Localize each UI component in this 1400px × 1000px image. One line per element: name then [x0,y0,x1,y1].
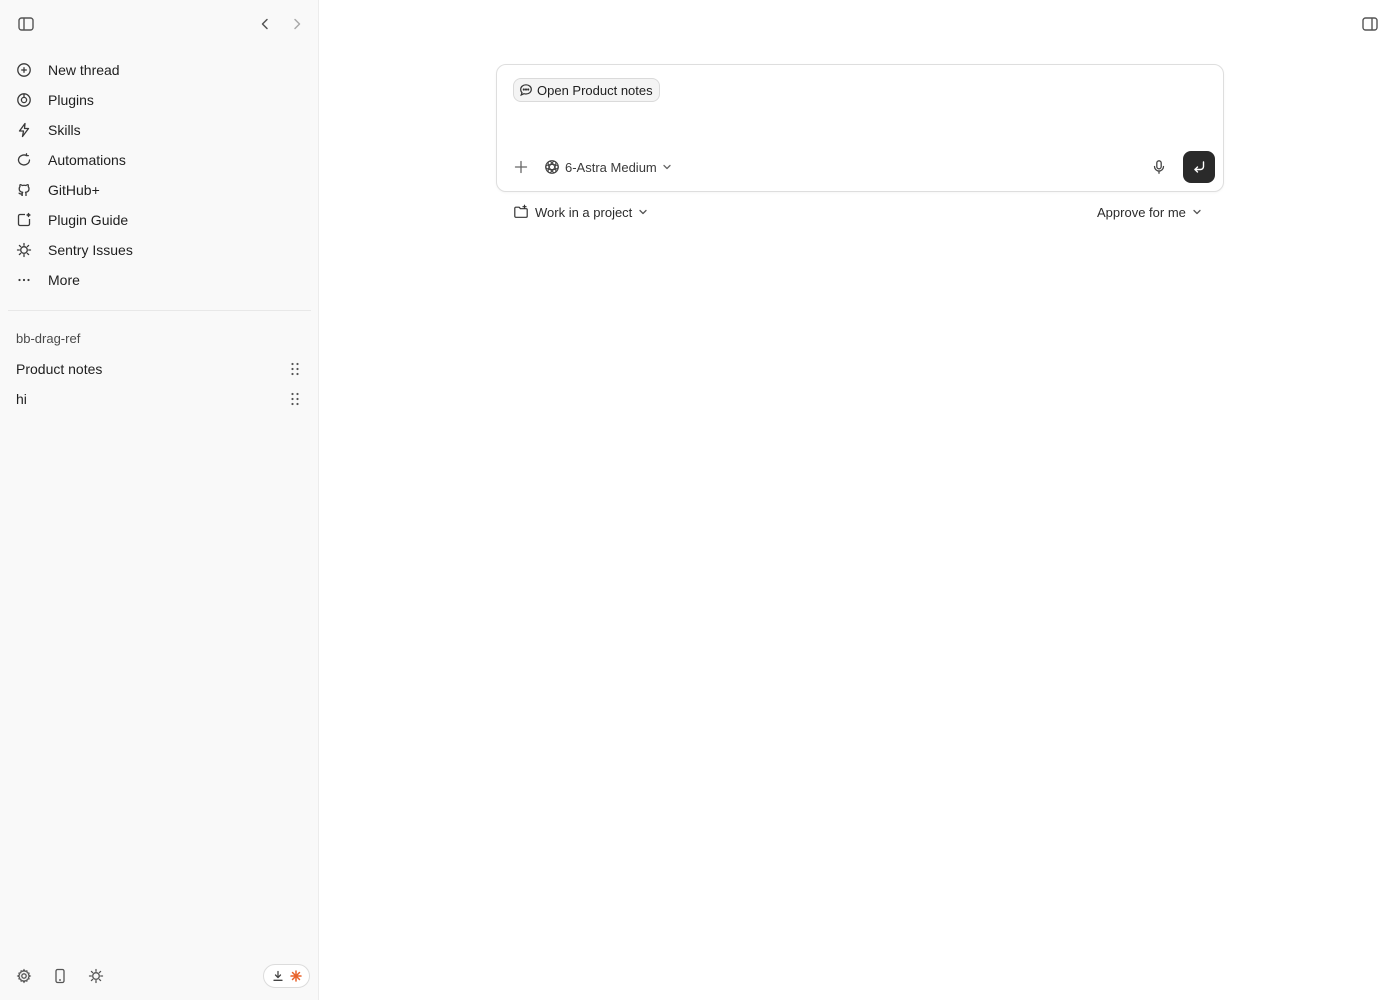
thread-label: Product notes [16,361,103,377]
sidebar-item-label: Plugins [48,92,94,108]
sidebar-toggle-icon[interactable] [16,14,36,34]
sidebar-item-label: Sentry Issues [48,242,133,258]
chevron-down-icon [1192,207,1202,217]
enter-return-icon [1191,159,1207,175]
send-button[interactable] [1183,151,1215,183]
thread-label: hi [16,391,27,407]
chevron-down-icon [662,162,672,172]
chevron-down-icon [638,207,648,217]
debug-bug-icon[interactable] [87,967,105,985]
sidebar-item-sentry-issues[interactable]: Sentry Issues [8,235,311,265]
composer[interactable]: Open Product notes 6-Astra Medium [496,64,1224,192]
download-icon [272,970,284,982]
sidebar-item-github[interactable]: GitHub+ [8,175,311,205]
plus-circle-icon [16,62,32,78]
sidebar-item-label: New thread [48,62,120,78]
right-panel-toggle-icon[interactable] [1361,15,1379,33]
update-button[interactable] [263,964,310,988]
sidebar-item-plugin-guide[interactable]: Plugin Guide [8,205,311,235]
settings-gear-icon[interactable] [15,967,33,985]
sidebar-item-plugins[interactable]: Plugins [8,85,311,115]
approval-mode-label: Approve for me [1097,204,1186,220]
mobile-device-icon[interactable] [51,967,69,985]
sidebar-item-label: Skills [48,122,81,138]
sidebar-item-label: More [48,272,80,288]
bolt-icon [16,122,32,138]
thread-item-hi[interactable]: hi [8,384,311,414]
context-chip-label: Open Product notes [537,82,653,98]
thread-item-product-notes[interactable]: Product notes [8,354,311,384]
sidebar-divider [8,310,311,311]
project-section-label: bb-drag-ref [16,331,81,346]
model-logo-icon [544,159,560,175]
context-chip[interactable]: Open Product notes [513,78,660,102]
plugin-icon [16,92,32,108]
guide-icon [16,212,32,228]
sidebar-item-label: GitHub+ [48,182,100,198]
sparkle-icon [289,970,302,982]
project-selector[interactable]: Work in a project [513,202,648,222]
sidebar-nav: New thread Plugins Skills Automations Gi… [8,55,311,295]
sidebar-item-skills[interactable]: Skills [8,115,311,145]
sidebar-item-label: Automations [48,152,126,168]
approval-mode-selector[interactable]: Approve for me [1097,202,1202,222]
github-icon [16,182,32,198]
forward-arrow-icon[interactable] [287,14,307,34]
folder-plus-icon [513,204,529,220]
sidebar-item-more[interactable]: More [8,265,311,295]
model-selector[interactable]: 6-Astra Medium [544,157,672,177]
drag-handle-icon[interactable] [287,361,303,377]
sidebar-item-new-thread[interactable]: New thread [8,55,311,85]
drag-handle-icon[interactable] [287,391,303,407]
sidebar: New thread Plugins Skills Automations Gi… [0,0,319,1000]
attach-plus-icon[interactable] [513,159,529,175]
microphone-icon[interactable] [1151,159,1167,175]
sidebar-item-label: Plugin Guide [48,212,129,228]
chat-bubble-icon [519,83,533,97]
loop-icon [16,152,32,168]
model-label: 6-Astra Medium [565,159,657,175]
project-selector-label: Work in a project [535,204,633,220]
bug-icon [16,242,32,258]
sidebar-item-automations[interactable]: Automations [8,145,311,175]
back-arrow-icon[interactable] [255,14,275,34]
ellipsis-icon [16,272,32,288]
